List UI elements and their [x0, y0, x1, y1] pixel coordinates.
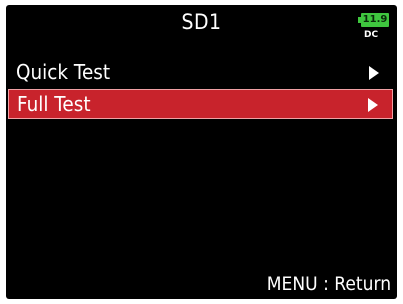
menu-item-full-test[interactable]: Full Test	[8, 89, 393, 119]
menu-item-label: Full Test	[17, 92, 91, 116]
battery-indicator: 11.9 DC	[358, 13, 394, 43]
page-title: SD1	[181, 10, 222, 34]
battery-icon: 11.9	[358, 13, 390, 27]
play-arrow-icon	[368, 98, 378, 112]
battery-voltage: 11.9	[362, 14, 388, 25]
title-bar: SD1 11.9 DC	[6, 5, 397, 47]
power-source-label: DC	[364, 30, 379, 40]
footer-hint: MENU : Return	[266, 273, 391, 295]
play-arrow-icon	[369, 66, 379, 80]
device-bezel: SD1 11.9 DC Quick Test Full Test MENU : …	[0, 0, 403, 304]
menu-item-label: Quick Test	[16, 60, 111, 84]
menu-item-quick-test[interactable]: Quick Test	[8, 58, 393, 88]
device-screen: SD1 11.9 DC Quick Test Full Test MENU : …	[6, 5, 397, 299]
